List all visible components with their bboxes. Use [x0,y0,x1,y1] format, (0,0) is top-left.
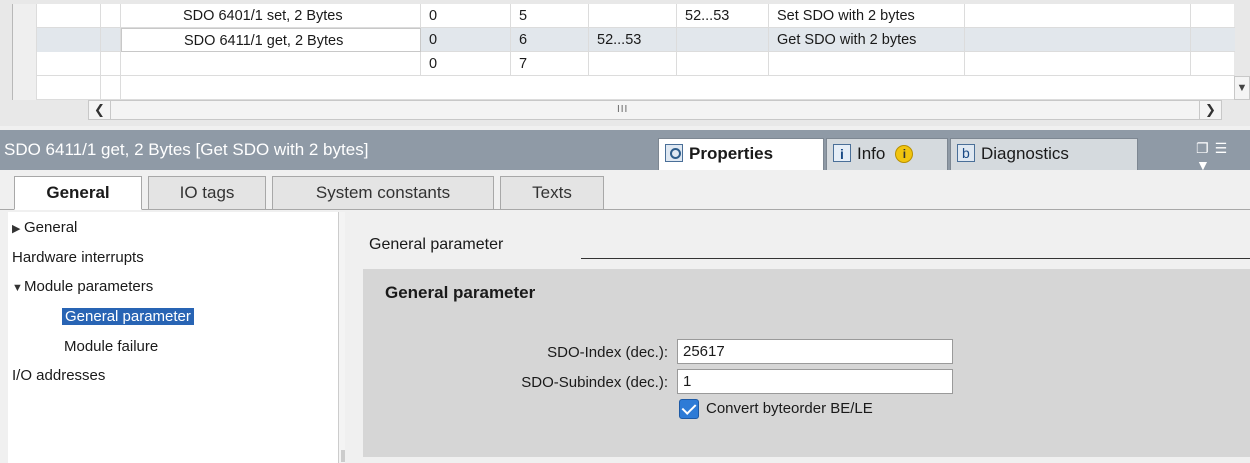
section-divider [581,258,1250,259]
sdo-subindex-label: SDO-Subindex (dec.): [521,374,668,391]
window-controls: ❐ ☰▼ [1196,140,1248,173]
tab-info-label: Info [857,144,886,163]
q-address-cell[interactable] [677,52,769,76]
inspector-subtabs: General IO tags System constants Texts [0,170,1250,210]
inspector-title: SDO 6411/1 get, 2 Bytes [Get SDO with 2 … [4,140,369,159]
table-cell[interactable] [37,76,101,100]
table-cell[interactable] [37,4,101,28]
byteorder-checkbox-label[interactable]: Convert byteorder BE/LE [706,399,873,419]
i-address-cell[interactable] [589,4,677,28]
restore-icon[interactable]: ❐ [1196,140,1209,157]
nav-label: Hardware interrupts [12,249,144,266]
diagnostics-icon [957,138,975,168]
device-table: SDO 6401/1 set, 2 Bytes 0 5 52...53 Set … [12,4,1235,100]
sdo-index-input[interactable]: 25617 [677,339,953,364]
inspector-title-bar: SDO 6411/1 get, 2 Bytes [Get SDO with 2 … [0,130,1250,173]
nav-item-hardware-interrupts[interactable]: Hardware interrupts [12,246,144,270]
scroll-left-icon[interactable]: ❮ [89,101,111,119]
row-header[interactable] [13,4,37,28]
table-cell[interactable] [965,52,1191,76]
nav-item-general-parameter[interactable]: General parameter [62,305,194,329]
q-address-cell[interactable] [677,28,769,52]
device-table-area: SDO 6401/1 set, 2 Bytes 0 5 52...53 Set … [0,0,1250,126]
tab-general[interactable]: General [14,176,142,210]
i-address-cell[interactable] [589,52,677,76]
rack-cell[interactable]: 0 [421,52,511,76]
rack-cell[interactable]: 0 [421,28,511,52]
scrollbar-grip[interactable]: III [617,104,628,115]
scroll-down-icon[interactable]: ▼ [1234,76,1250,100]
table-row[interactable] [13,76,1235,100]
slot-cell[interactable]: 5 [511,4,589,28]
table-cell[interactable] [965,28,1191,52]
tab-diagnostics[interactable]: Diagnostics [950,138,1138,170]
info-badge-icon: i [895,145,914,163]
properties-icon [665,144,683,162]
info-icon [833,139,851,169]
nav-label: I/O addresses [12,367,106,384]
parameter-content: General parameter General parameter SDO-… [345,212,1250,463]
tab-properties[interactable]: Properties [658,138,824,170]
horizontal-scrollbar[interactable]: ❮ III ❯ [88,100,1222,120]
table-cell[interactable] [965,4,1191,28]
table-cell[interactable] [101,52,121,76]
expand-arrow-icon[interactable]: ▶ [12,217,24,241]
tab-diagnostics-label: Diagnostics [981,144,1069,163]
tab-properties-label: Properties [689,144,774,163]
menu-icon[interactable]: ☰ [1215,140,1228,157]
q-address-cell[interactable]: 52...53 [677,4,769,28]
nav-label: Module failure [64,338,159,355]
nav-item-module-parameters[interactable]: ▼Module parameters [12,275,153,299]
table-cell[interactable] [1191,28,1235,52]
nav-item-module-failure[interactable]: Module failure [64,335,158,359]
table-cell[interactable] [101,4,121,28]
general-parameter-panel: General parameter SDO-Index (dec.): 2561… [363,269,1250,457]
slot-cell[interactable]: 7 [511,52,589,76]
sdo-index-label: SDO-Index (dec.): [547,344,668,361]
row-header[interactable] [13,76,37,100]
module-name-cell[interactable]: SDO 6401/1 set, 2 Bytes [121,4,421,28]
section-heading: General parameter [369,236,504,253]
nav-label-selected: General parameter [62,308,194,325]
tab-io-tags[interactable]: IO tags [148,176,266,210]
nav-label: General [24,219,78,236]
row-header[interactable] [13,52,37,76]
scroll-right-icon[interactable]: ❯ [1199,101,1221,119]
nav-label: Module parameters [24,278,154,295]
module-name-cell[interactable]: SDO 6411/1 get, 2 Bytes [121,28,421,52]
module-name-cell[interactable] [121,52,421,76]
rack-cell[interactable]: 0 [421,4,511,28]
table-cell[interactable] [1191,52,1235,76]
slot-cell[interactable]: 6 [511,28,589,52]
table-cell[interactable] [101,76,121,100]
sdo-subindex-input[interactable]: 1 [677,369,953,394]
table-cell[interactable] [37,28,101,52]
comment-cell[interactable] [769,52,965,76]
tab-system-constants[interactable]: System constants [272,176,494,210]
nav-item-io-addresses[interactable]: I/O addresses [12,364,105,388]
nav-item-general[interactable]: ▶ General [12,216,77,240]
parameter-nav-tree: ▶ General Hardware interrupts ▼Module par… [8,212,351,463]
table-cell[interactable] [101,28,121,52]
tab-texts[interactable]: Texts [500,176,604,210]
table-row[interactable]: SDO 6401/1 set, 2 Bytes 0 5 52...53 Set … [13,4,1235,28]
table-row-selected[interactable]: SDO 6411/1 get, 2 Bytes 0 6 52...53 Get … [13,28,1235,52]
byteorder-checkbox[interactable] [679,399,699,419]
table-cell[interactable] [1191,4,1235,28]
i-address-cell[interactable]: 52...53 [589,28,677,52]
comment-cell[interactable]: Set SDO with 2 bytes [769,4,965,28]
row-header[interactable] [13,28,37,52]
collapse-arrow-icon[interactable]: ▼ [12,276,24,300]
table-cell[interactable] [37,52,101,76]
panel-title: General parameter [385,283,536,302]
tab-info[interactable]: Infoi [826,138,948,170]
comment-cell[interactable]: Get SDO with 2 bytes [769,28,965,52]
table-row[interactable]: 0 7 [13,52,1235,76]
